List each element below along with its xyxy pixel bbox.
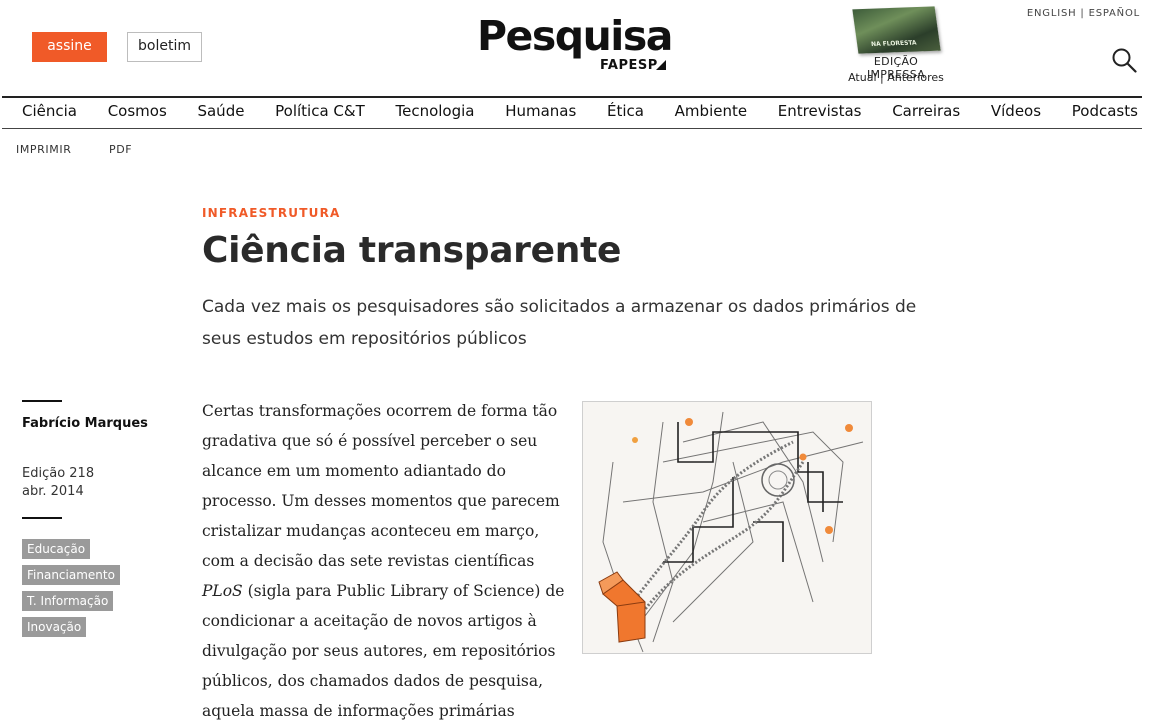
search-icon[interactable]	[1111, 47, 1137, 73]
nav-item-carreiras[interactable]: Carreiras	[892, 98, 960, 128]
nav-item-entrevistas[interactable]: Entrevistas	[778, 98, 862, 128]
lang-english-link[interactable]: ENGLISH	[1027, 8, 1077, 19]
tag-educacao[interactable]: Educação	[22, 539, 91, 559]
article-dek: Cada vez mais os pesquisadores são solic…	[202, 297, 917, 349]
author-rule	[22, 400, 62, 402]
subscribe-button[interactable]: assine	[32, 32, 107, 62]
edition-links: Atual | Anteriores	[846, 71, 946, 84]
nav-item-politica[interactable]: Política C&T	[275, 98, 365, 128]
previous-editions-link[interactable]: Anteriores	[887, 71, 944, 84]
tag-t-informacao[interactable]: T. Informação	[22, 591, 114, 611]
language-switch: ENGLISH | ESPAÑOL	[1020, 8, 1140, 19]
edition-number[interactable]: Edição 218	[22, 465, 94, 483]
nav-item-podcasts[interactable]: Podcasts	[1072, 98, 1138, 128]
logo-triangle-icon	[656, 60, 666, 70]
body-text-part1: Certas transformações ocorrem de forma t…	[202, 402, 560, 570]
nav-bottom-rule	[2, 128, 1142, 129]
lang-spanish-link[interactable]: ESPAÑOL	[1089, 8, 1140, 19]
edition-date: abr. 2014	[22, 484, 84, 499]
nav-item-tecnologia[interactable]: Tecnologia	[395, 98, 474, 128]
illustration-drawing	[598, 411, 864, 653]
print-link[interactable]: IMPRIMIR	[16, 143, 71, 156]
tag-inovacao[interactable]: Inovação	[22, 617, 87, 637]
pdf-link[interactable]: PDF	[109, 143, 132, 156]
current-edition-link[interactable]: Atual	[848, 71, 876, 84]
tag-financiamento[interactable]: Financiamento	[22, 565, 120, 585]
article-body: Certas transformações ocorrem de forma t…	[202, 396, 568, 726]
nav-item-ciencia[interactable]: Ciência	[22, 98, 77, 128]
edition-info: Edição 218 abr. 2014	[22, 465, 94, 501]
edition-separator: |	[880, 71, 884, 84]
site-logo[interactable]: Pesquisa	[477, 12, 673, 60]
body-text-part2: (sigla para Public Library of Science) d…	[202, 582, 565, 720]
nav-item-saude[interactable]: Saúde	[197, 98, 244, 128]
main-nav: Ciência Cosmos Saúde Política C&T Tecnol…	[2, 98, 1142, 128]
article-illustration[interactable]	[582, 401, 872, 654]
section-label[interactable]: INFRAESTRUTURA	[202, 206, 341, 220]
print-edition-cover[interactable]: NA FLORESTA	[852, 6, 941, 54]
author-name[interactable]: Fabrício Marques	[22, 416, 148, 431]
nav-item-ambiente[interactable]: Ambiente	[675, 98, 747, 128]
cover-headline: NA FLORESTA	[870, 39, 918, 49]
nav-item-cosmos[interactable]: Cosmos	[108, 98, 167, 128]
site-logo-subtitle: FAPESP	[600, 58, 658, 73]
nav-item-humanas[interactable]: Humanas	[505, 98, 576, 128]
tags-rule	[22, 517, 62, 519]
article-title: Ciência transparente	[202, 230, 622, 271]
newsletter-button[interactable]: boletim	[127, 32, 202, 62]
nav-item-videos[interactable]: Vídeos	[991, 98, 1041, 128]
nav-item-etica[interactable]: Ética	[607, 98, 644, 128]
body-text-emphasis: PLoS	[202, 582, 243, 600]
lang-separator: |	[1080, 8, 1085, 19]
